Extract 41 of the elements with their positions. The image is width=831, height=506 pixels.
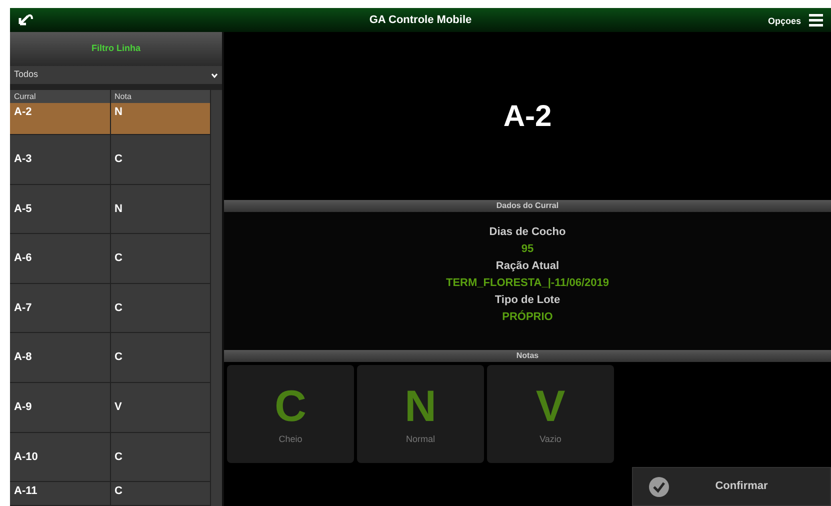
curral-heading: A-2 [503, 98, 552, 134]
table-cell-text: A-11 [13, 484, 38, 500]
table-row[interactable]: A-3 C [10, 135, 210, 185]
table-row[interactable]: A-8 C [10, 333, 210, 383]
column-header: Curral [13, 90, 37, 102]
field-label: Ração Atual [496, 259, 560, 274]
table-cell-text: A-3 [13, 152, 33, 168]
field-label: Tipo de Lote [494, 293, 560, 308]
table-cell-text: A-5 [13, 202, 33, 217]
filter-select[interactable]: Todos [10, 66, 222, 84]
filter-header: Filtro Linha [10, 32, 222, 66]
note-button[interactable]: N Normal [357, 365, 484, 463]
table-cell-text: A-2 [13, 105, 33, 120]
confirm-button[interactable]: Confirmar [632, 467, 831, 506]
menu-icon[interactable] [809, 13, 823, 27]
back-icon[interactable] [18, 14, 34, 26]
checkmark-icon [649, 476, 669, 496]
note-button[interactable]: V Vazio [487, 365, 614, 463]
window-title: GA Controle Mobile [369, 12, 472, 28]
table-row[interactable]: A-7 C [10, 284, 210, 334]
table-cell-text: A-10 [13, 450, 39, 465]
table-row[interactable]: A-5 N [10, 184, 210, 234]
scrollbar[interactable] [210, 90, 222, 506]
table-row[interactable]: A-11 C [10, 482, 210, 506]
note-button[interactable]: C Cheio [227, 365, 354, 463]
table-cell-text: A-8 [13, 350, 33, 366]
field-value: 95 [521, 242, 534, 257]
table-cell-text: A-9 [13, 400, 33, 416]
section-header: Dados do Curral [224, 200, 831, 212]
field-label: Dias de Cocho [489, 225, 566, 240]
table-row[interactable]: A-6 C [10, 234, 210, 284]
options-menu[interactable]: Opçoes [768, 15, 801, 29]
table-cell-text: A-7 [13, 300, 33, 316]
section-header: Notas [224, 350, 831, 362]
field-value: PRÓPRIO [502, 309, 553, 325]
table-row[interactable]: A-10 C [10, 432, 210, 482]
chevron-down-icon [211, 72, 218, 78]
table-row[interactable]: A-9 V [10, 382, 210, 433]
field-value: TERM_FLORESTA_|-11/06/2019 [446, 276, 610, 291]
table-row[interactable]: A-2 N [10, 103, 210, 135]
table-cell-text: A-6 [13, 251, 33, 266]
